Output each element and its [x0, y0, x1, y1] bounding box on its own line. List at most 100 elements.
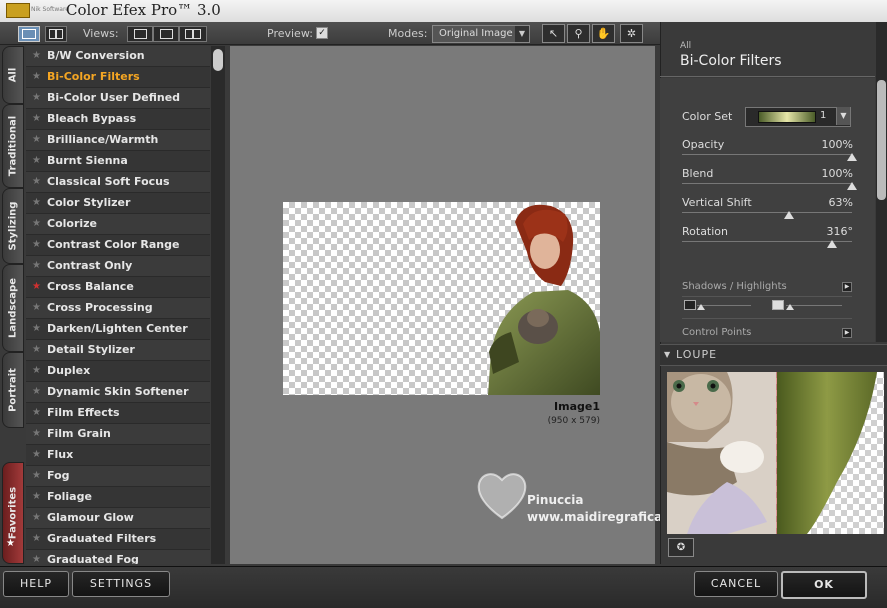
filter-item[interactable]: ★ Brilliance/Warmth [26, 130, 210, 151]
filter-item[interactable]: ★ Classical Soft Focus [26, 172, 210, 193]
favorite-star-icon[interactable]: ★ [32, 424, 41, 444]
shadows-highlights-label: Shadows / Highlights [682, 281, 787, 292]
view-mode-side-by-side[interactable] [179, 26, 207, 42]
filter-item[interactable]: ★ Burnt Sienna [26, 151, 210, 172]
filter-item[interactable]: ★ Duplex [26, 361, 210, 382]
filter-item[interactable]: ★ Cross Balance [26, 277, 210, 298]
favorite-star-icon[interactable]: ★ [32, 235, 41, 255]
filter-list-scrollbar[interactable] [211, 46, 225, 564]
filter-list-scroll-thumb[interactable] [213, 49, 223, 71]
filter-item[interactable]: ★ Flux [26, 445, 210, 466]
favorite-star-icon[interactable]: ★ [32, 88, 41, 108]
filter-item[interactable]: ★ Contrast Color Range [26, 235, 210, 256]
ok-button[interactable]: OK [781, 571, 867, 599]
view-mode-single[interactable] [127, 26, 153, 42]
preview-image[interactable] [283, 202, 600, 395]
favorite-star-icon[interactable]: ★ [32, 214, 41, 234]
filter-item[interactable]: ★ Detail Stylizer [26, 340, 210, 361]
tab-stylizing[interactable]: Stylizing [2, 188, 24, 264]
chevron-down-icon[interactable]: ▼ [836, 107, 850, 125]
filter-item[interactable]: ★ Contrast Only [26, 256, 210, 277]
filter-item-label: Contrast Only [47, 259, 133, 272]
hand-icon[interactable]: ✋ [592, 24, 615, 43]
filter-item[interactable]: ★ Bleach Bypass [26, 109, 210, 130]
param-slider-track[interactable] [682, 212, 852, 213]
filter-item[interactable]: ★ Glamour Glow [26, 508, 210, 529]
tab-landscape[interactable]: Landscape [2, 264, 24, 352]
expand-arrow-icon[interactable]: ▶ [842, 282, 852, 292]
tab-portrait[interactable]: Portrait [2, 352, 24, 428]
param-slider-track[interactable] [682, 183, 852, 184]
favorite-star-icon[interactable]: ★ [32, 67, 41, 87]
filter-item-label: Film Grain [47, 427, 111, 440]
favorite-star-icon[interactable]: ★ [32, 529, 41, 549]
cancel-button[interactable]: CANCEL [694, 571, 778, 597]
shadows-slider-track[interactable] [697, 305, 751, 306]
side-by-side-icon-right [193, 29, 201, 39]
favorite-star-icon[interactable]: ★ [32, 403, 41, 423]
favorite-star-icon[interactable]: ★ [32, 46, 41, 66]
favorite-star-icon[interactable]: ★ [32, 550, 41, 564]
tab-all[interactable]: All [2, 46, 24, 104]
filter-item[interactable]: ★ Darken/Lighten Center [26, 319, 210, 340]
favorite-star-icon[interactable]: ★ [32, 445, 41, 465]
modes-select[interactable]: Original Image ▼ [432, 25, 530, 43]
view-mode-split[interactable] [153, 26, 179, 42]
favorite-star-icon[interactable]: ★ [32, 298, 41, 318]
favorite-star-icon[interactable]: ★ [32, 172, 41, 192]
portrait-image [488, 204, 600, 395]
favorite-star-icon[interactable]: ★ [32, 466, 41, 486]
filter-item[interactable]: ★ Dynamic Skin Softener [26, 382, 210, 403]
filter-item[interactable]: ★ Color Stylizer [26, 193, 210, 214]
param-value: 100% [821, 138, 853, 151]
favorite-star-icon[interactable]: ★ [32, 151, 41, 171]
expand-arrow-icon[interactable]: ▶ [842, 328, 852, 338]
filter-item[interactable]: ★ Cross Processing [26, 298, 210, 319]
filter-item[interactable]: ★ B/W Conversion [26, 46, 210, 67]
param-slider-track[interactable] [682, 154, 852, 155]
favorite-star-icon[interactable]: ★ [32, 340, 41, 360]
favorite-star-icon[interactable]: ★ [32, 382, 41, 402]
favorite-star-icon[interactable]: ★ [32, 361, 41, 381]
panel-scroll-thumb[interactable] [877, 80, 886, 200]
favorite-star-icon[interactable]: ★ [32, 277, 41, 297]
help-button[interactable]: HELP [3, 571, 69, 597]
filter-item[interactable]: ★ Foliage [26, 487, 210, 508]
highlight-swatch[interactable] [772, 300, 784, 310]
filter-item[interactable]: ★ Bi-Color Filters [26, 67, 210, 88]
filter-item[interactable]: ★ Fog [26, 466, 210, 487]
filter-item[interactable]: ★ Colorize [26, 214, 210, 235]
param-slider-knob[interactable] [847, 182, 857, 190]
favorite-star-icon[interactable]: ★ [32, 193, 41, 213]
tab-traditional[interactable]: Traditional [2, 104, 24, 188]
pin-icon[interactable]: ✪ [668, 538, 694, 557]
filter-item[interactable]: ★ Bi-Color User Defined [26, 88, 210, 109]
settings-button[interactable]: SETTINGS [72, 571, 170, 597]
filter-item[interactable]: ★ Film Grain [26, 424, 210, 445]
filter-item[interactable]: ★ Graduated Filters [26, 529, 210, 550]
filter-item[interactable]: ★ Film Effects [26, 403, 210, 424]
view-split-button[interactable] [45, 26, 67, 42]
favorite-star-icon[interactable]: ★ [32, 130, 41, 150]
highlights-slider-knob[interactable] [786, 304, 794, 310]
zoom-icon[interactable]: ⚲ [567, 24, 590, 43]
shadow-swatch[interactable] [684, 300, 696, 310]
favorite-star-icon[interactable]: ★ [32, 256, 41, 276]
favorite-star-icon[interactable]: ★ [32, 109, 41, 129]
preview-checkbox[interactable]: ✓ [316, 27, 328, 39]
loupe-view [667, 372, 884, 534]
param-slider-knob[interactable] [784, 211, 795, 219]
shadows-slider-knob[interactable] [697, 304, 705, 310]
param-slider-knob[interactable] [826, 240, 837, 248]
filter-item[interactable]: ★ Graduated Fog [26, 550, 210, 564]
param-slider-knob[interactable] [847, 153, 857, 161]
view-single-button[interactable] [18, 26, 40, 42]
favorite-star-icon[interactable]: ★ [32, 487, 41, 507]
filter-item-label: Darken/Lighten Center [47, 322, 188, 335]
pointer-icon[interactable]: ↖ [542, 24, 565, 43]
favorite-star-icon[interactable]: ★ [32, 508, 41, 528]
control-points-label: Control Points [682, 327, 752, 338]
light-icon[interactable]: ✲ [620, 24, 643, 43]
favorite-star-icon[interactable]: ★ [32, 319, 41, 339]
highlights-slider-track[interactable] [786, 305, 842, 306]
